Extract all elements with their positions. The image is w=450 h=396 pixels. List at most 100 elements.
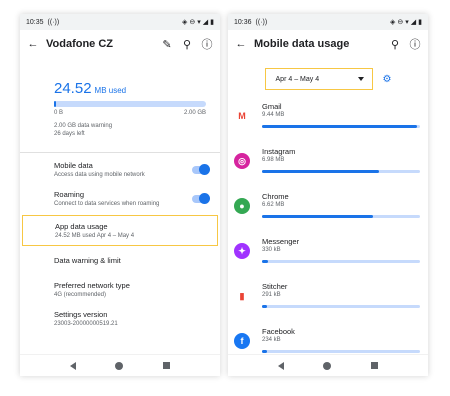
app-usage-bar bbox=[262, 305, 420, 308]
setting-subtitle: Connect to data services when roaming bbox=[54, 201, 160, 207]
setting-app-data-usage[interactable]: App data usage 24.52 MB used Apr 4 – May… bbox=[22, 215, 218, 246]
gmail-icon: M bbox=[234, 108, 250, 124]
scale-min: 0 B bbox=[54, 110, 64, 116]
scale-max: 2.00 GB bbox=[183, 110, 206, 116]
wifi-icon: ▾ bbox=[405, 19, 409, 26]
roaming-toggle[interactable] bbox=[192, 192, 210, 204]
app-usage-row[interactable]: ✦ Messenger 330 kB bbox=[228, 231, 428, 276]
edit-icon[interactable]: ✎ bbox=[160, 37, 174, 51]
app-usage-bar bbox=[262, 260, 420, 263]
dnd-icon: ⊖ bbox=[397, 19, 404, 26]
app-name: Stitcher bbox=[262, 282, 288, 291]
page-title: Vodafone CZ bbox=[46, 38, 114, 50]
app-usage-size: 9.44 MB bbox=[262, 112, 285, 118]
usage-scale: 0 B 2.00 GB bbox=[54, 110, 206, 116]
setting-title: App data usage bbox=[55, 222, 108, 231]
app-usage-list: M Gmail 9.44 MB ◎ Instagram 6.98 MB ● Chrome 6.6… bbox=[228, 96, 428, 366]
signal-icon: ◢ bbox=[410, 19, 417, 26]
chrome-icon: ● bbox=[234, 198, 250, 214]
facebook-icon: f bbox=[234, 333, 250, 349]
usage-warning: 2.00 GB data warning 26 days left bbox=[54, 122, 206, 138]
setting-subtitle: Access data using mobile network bbox=[54, 172, 145, 178]
battery-icon: ▮ bbox=[210, 19, 214, 26]
search-icon[interactable]: ⚲ bbox=[388, 37, 402, 51]
mobile-data-toggle[interactable] bbox=[192, 163, 210, 175]
setting-mobile-data[interactable]: Mobile data Access data using mobile net… bbox=[20, 155, 220, 184]
app-usage-bar bbox=[262, 170, 420, 173]
hotspot-icon: ((·)) bbox=[255, 18, 268, 26]
usage-value: 24.52 MB used bbox=[54, 80, 206, 97]
nav-home-icon[interactable] bbox=[323, 361, 332, 370]
app-usage-row[interactable]: ● Chrome 6.62 MB bbox=[228, 186, 428, 231]
setting-version[interactable]: Settings version 23003-20000000519.21 bbox=[20, 304, 220, 333]
messenger-icon: ✦ bbox=[234, 243, 250, 259]
app-usage-size: 330 kB bbox=[262, 247, 281, 253]
status-bar: 10:36 ((·)) ◈ ⊖ ▾ ◢ ▮ bbox=[228, 14, 428, 30]
setting-preferred-network[interactable]: Preferred network type 4G (recommended) bbox=[20, 275, 220, 304]
gear-icon[interactable]: ⚙ bbox=[383, 74, 392, 85]
help-icon[interactable]: ⓘ bbox=[408, 37, 422, 51]
setting-data-warning-limit[interactable]: Data warning & limit bbox=[20, 246, 220, 275]
setting-title: Preferred network type bbox=[54, 281, 130, 290]
chevron-down-icon bbox=[357, 77, 364, 81]
nav-back-icon[interactable] bbox=[277, 361, 284, 370]
dnd-icon: ⊖ bbox=[189, 19, 196, 26]
app-usage-size: 6.62 MB bbox=[262, 202, 285, 208]
app-usage-bar-fill bbox=[262, 215, 373, 218]
setting-subtitle: 23003-20000000519.21 bbox=[54, 321, 118, 327]
setting-title: Data warning & limit bbox=[54, 256, 121, 265]
app-usage-bar-fill bbox=[262, 350, 267, 353]
help-icon[interactable]: ⓘ bbox=[200, 37, 214, 51]
stitcher-icon: ▮ bbox=[234, 288, 250, 304]
nav-back-icon[interactable] bbox=[69, 361, 76, 370]
nav-recents-icon[interactable] bbox=[371, 362, 379, 369]
app-info: Instagram 6.98 MB bbox=[262, 147, 420, 173]
nav-home-icon[interactable] bbox=[115, 361, 124, 370]
usage-unit: MB used bbox=[94, 86, 127, 95]
app-usage-size: 234 kB bbox=[262, 337, 281, 343]
setting-subtitle: 24.52 MB used Apr 4 – May 4 bbox=[55, 233, 135, 239]
app-usage-size: 291 kB bbox=[262, 292, 281, 298]
nfc-icon: ◈ bbox=[389, 19, 396, 26]
app-usage-row[interactable]: M Gmail 9.44 MB bbox=[228, 96, 428, 141]
app-info: Chrome 6.62 MB bbox=[262, 192, 420, 218]
usage-progress-fill bbox=[54, 101, 57, 107]
app-info: Stitcher 291 kB bbox=[262, 282, 420, 308]
period-label: Apr 4 – May 4 bbox=[275, 75, 320, 83]
app-usage-row[interactable]: ◎ Instagram 6.98 MB bbox=[228, 141, 428, 186]
app-usage-row[interactable]: ▮ Stitcher 291 kB bbox=[228, 276, 428, 321]
app-bar: ← Vodafone CZ ✎ ⚲ ⓘ bbox=[20, 30, 220, 58]
period-row: Apr 4 – May 4 ⚙ bbox=[228, 58, 428, 96]
battery-icon: ▮ bbox=[418, 19, 422, 26]
usage-number: 24.52 bbox=[54, 80, 92, 97]
setting-title: Settings version bbox=[54, 310, 108, 319]
setting-roaming[interactable]: Roaming Connect to data services when ro… bbox=[20, 184, 220, 213]
app-name: Facebook bbox=[262, 327, 295, 336]
status-bar: 10:35 ((·)) ◈ ⊖ ▾ ◢ ▮ bbox=[20, 14, 220, 30]
app-usage-bar-fill bbox=[262, 305, 267, 308]
app-bar: ← Mobile data usage ⚲ ⓘ bbox=[228, 30, 428, 58]
app-name: Chrome bbox=[262, 192, 289, 201]
navigation-bar bbox=[20, 354, 220, 376]
nav-recents-icon[interactable] bbox=[163, 362, 171, 369]
setting-title: Roaming bbox=[54, 190, 85, 199]
usage-summary: 24.52 MB used 0 B 2.00 GB 2.00 GB data wa… bbox=[20, 58, 220, 144]
phone-screen-right: 10:36 ((·)) ◈ ⊖ ▾ ◢ ▮ ← Mobile data usag… bbox=[228, 14, 428, 376]
app-usage-bar bbox=[262, 125, 420, 128]
app-usage-bar-fill bbox=[262, 170, 379, 173]
wifi-icon: ▾ bbox=[197, 19, 201, 26]
app-info: Messenger 330 kB bbox=[262, 237, 420, 263]
status-time: 10:36 bbox=[234, 18, 252, 26]
setting-title: Mobile data bbox=[54, 161, 93, 170]
search-icon[interactable]: ⚲ bbox=[180, 37, 194, 51]
app-name: Gmail bbox=[262, 102, 282, 111]
period-dropdown[interactable]: Apr 4 – May 4 bbox=[264, 68, 373, 90]
status-time: 10:35 bbox=[26, 18, 44, 26]
back-arrow-icon[interactable]: ← bbox=[234, 37, 248, 51]
page-title: Mobile data usage bbox=[254, 38, 350, 50]
app-usage-bar-fill bbox=[262, 125, 417, 128]
back-arrow-icon[interactable]: ← bbox=[26, 37, 40, 51]
app-usage-bar bbox=[262, 215, 420, 218]
divider bbox=[20, 152, 220, 153]
days-left-text: 26 days left bbox=[54, 131, 85, 137]
